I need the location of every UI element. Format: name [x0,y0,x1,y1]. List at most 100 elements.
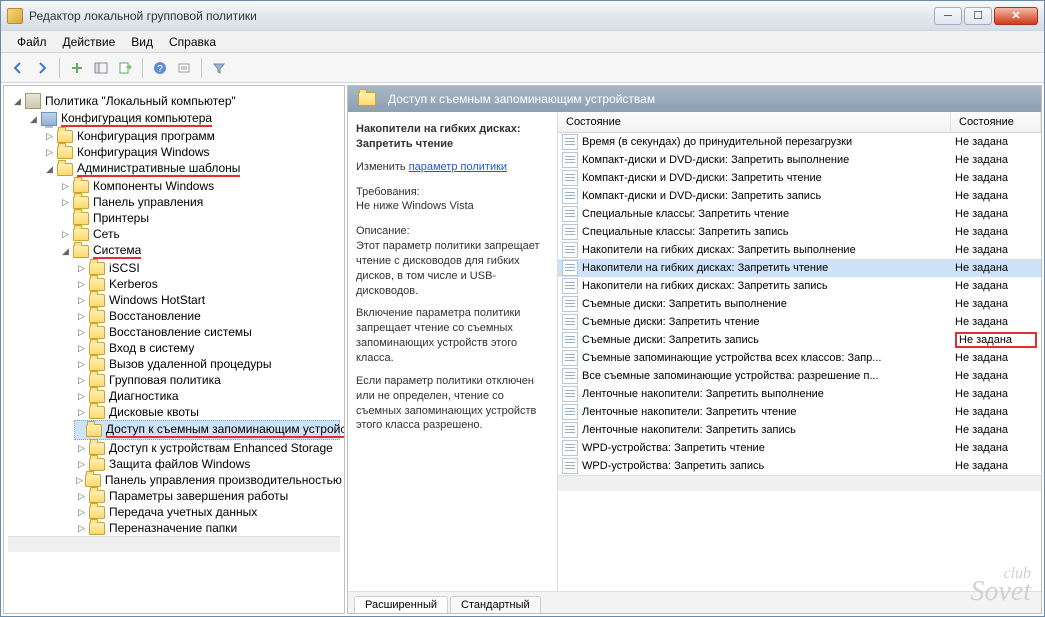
tree-item[interactable]: ▷Компоненты Windows [58,178,340,194]
app-icon [7,8,23,24]
list-row[interactable]: Ленточные накопители: Запретить чтениеНе… [558,403,1041,421]
tree-admin-templates[interactable]: ◢Административные шаблоны [42,160,340,178]
setting-icon [562,368,578,384]
tree-item[interactable]: ▷Параметры завершения работы [74,488,340,504]
tree-item[interactable]: ▷Сеть [58,226,340,242]
tree-root[interactable]: ◢ Политика "Локальный компьютер" [10,92,340,110]
folder-icon [89,406,105,419]
tree-label: Защита файлов Windows [109,457,250,471]
forward-button[interactable] [31,57,53,79]
list-row[interactable]: Съемные запоминающие устройства всех кла… [558,349,1041,367]
list-row[interactable]: Ленточные накопители: Запретить выполнен… [558,385,1041,403]
list-row[interactable]: Съемные диски: Запретить записьНе задана [558,331,1041,349]
tree-item[interactable]: ▷Windows HotStart [74,292,340,308]
tree-root-label: Политика "Локальный компьютер" [45,94,236,108]
tree-item[interactable]: ▷Диагностика [74,388,340,404]
edit-link[interactable]: параметр политики [409,161,507,173]
tree-label: Дисковые квоты [109,405,199,419]
tree-item[interactable]: ▷Восстановление [74,308,340,324]
properties-button[interactable] [173,57,195,79]
list-item-name: Ленточные накопители: Запретить чтение [582,406,955,418]
tree-item[interactable]: ▷Панель управления [58,194,340,210]
tree-panel[interactable]: ◢ Политика "Локальный компьютер" ◢ Конфи… [3,85,345,614]
list-row[interactable]: Компакт-диски и DVD-диски: Запретить зап… [558,187,1041,205]
menu-help[interactable]: Справка [161,33,224,51]
tree-label: Передача учетных данных [109,505,257,519]
list-row[interactable]: Ленточные накопители: Запретить записьНе… [558,421,1041,439]
list-row[interactable]: WPD-устройства: Запретить записьНе задан… [558,457,1041,475]
maximize-button[interactable]: ☐ [964,7,992,25]
up-button[interactable] [66,57,88,79]
list-row[interactable]: Накопители на гибких дисках: Запретить з… [558,277,1041,295]
list-row[interactable]: Съемные диски: Запретить чтениеНе задана [558,313,1041,331]
col-header-state[interactable]: Состояние [558,112,951,132]
list-item-state: Не задана [955,280,1037,292]
tree-hscrollbar[interactable] [8,536,340,552]
setting-icon [562,440,578,456]
toolbar-separator [201,58,202,78]
tree-item[interactable]: ▷iSCSI [74,260,340,276]
list-pane[interactable]: Состояние Состояние Время (в секундах) д… [558,112,1041,591]
tree-config-computer[interactable]: ◢ Конфигурация компьютера [26,110,340,128]
tree-label: Доступ к устройствам Enhanced Storage [109,441,333,455]
close-button[interactable]: ✕ [994,7,1038,25]
tab-standard[interactable]: Стандартный [450,596,541,613]
tree-item[interactable]: ▷Защита файлов Windows [74,456,340,472]
right-panel: Доступ к съемным запоминающим устройства… [347,85,1042,614]
tree-item[interactable]: ▷Дисковые квоты [74,404,340,420]
tree-system[interactable]: ◢Система [58,242,340,260]
tree-item[interactable]: ▷Передача учетных данных [74,504,340,520]
list-row[interactable]: Специальные классы: Запретить записьНе з… [558,223,1041,241]
list-row[interactable]: Все съемные запоминающие устройства: раз… [558,367,1041,385]
list-item-name: Компакт-диски и DVD-диски: Запретить зап… [582,190,955,202]
list-row[interactable]: Компакт-диски и DVD-диски: Запретить чте… [558,169,1041,187]
list-row[interactable]: Накопители на гибких дисках: Запретить ч… [558,259,1041,277]
list-header: Состояние Состояние [558,112,1041,133]
tree-item[interactable]: ▷Kerberos [74,276,340,292]
setting-icon [562,224,578,240]
menu-view[interactable]: Вид [123,33,161,51]
right-header-title: Доступ к съемным запоминающим устройства… [388,92,655,106]
menu-file[interactable]: Файл [9,33,55,51]
tree-item-selected[interactable]: ▷Доступ к съемным запоминающим устройств… [74,420,340,440]
edit-row: Изменить параметр политики [356,160,549,175]
menu-action[interactable]: Действие [55,33,124,51]
desc-text: Если параметр политики отключен или не о… [356,374,549,433]
folder-icon [89,390,105,403]
tree-item[interactable]: ▷Переназначение папки [74,520,340,536]
setting-icon [562,296,578,312]
list-row[interactable]: Съемные диски: Запретить выполнениеНе за… [558,295,1041,313]
list-row[interactable]: WPD-устройства: Запретить чтениеНе задан… [558,439,1041,457]
tree-item[interactable]: ▷Конфигурация программ [42,128,340,144]
setting-icon [562,260,578,276]
list-item-name: Съемные диски: Запретить выполнение [582,298,955,310]
list-row[interactable]: Компакт-диски и DVD-диски: Запретить вып… [558,151,1041,169]
folder-icon [86,424,102,437]
list-item-name: Съемные запоминающие устройства всех кла… [582,352,955,364]
desc-text: Включение параметра политики запрещает ч… [356,306,549,365]
help-button[interactable]: ? [149,57,171,79]
list-hscrollbar[interactable] [558,475,1041,491]
tree-item[interactable]: ▷Вызов удаленной процедуры [74,356,340,372]
list-row[interactable]: Время (в секундах) до принудительной пер… [558,133,1041,151]
tree-item[interactable]: ▷Вход в систему [74,340,340,356]
tree-item[interactable]: ▷Восстановление системы [74,324,340,340]
list-item-state: Не задана [955,154,1037,166]
list-row[interactable]: Накопители на гибких дисках: Запретить в… [558,241,1041,259]
filter-button[interactable] [208,57,230,79]
tree-item[interactable]: ▷Групповая политика [74,372,340,388]
list-item-state: Не задана [955,352,1037,364]
list-row[interactable]: Специальные классы: Запретить чтениеНе з… [558,205,1041,223]
minimize-button[interactable]: ─ [934,7,962,25]
show-hide-tree-button[interactable] [90,57,112,79]
back-button[interactable] [7,57,29,79]
tree-item[interactable]: ▷Доступ к устройствам Enhanced Storage [74,440,340,456]
tab-extended[interactable]: Расширенный [354,596,448,613]
tree-item[interactable]: ▷Принтеры [58,210,340,226]
col-header-state2[interactable]: Состояние [951,112,1041,132]
tree-item[interactable]: ▷Конфигурация Windows [42,144,340,160]
tree-label: Система [93,243,141,259]
export-button[interactable] [114,57,136,79]
tree-item[interactable]: ▷Панель управления производительностью [74,472,340,488]
tree-label: Групповая политика [109,373,221,387]
